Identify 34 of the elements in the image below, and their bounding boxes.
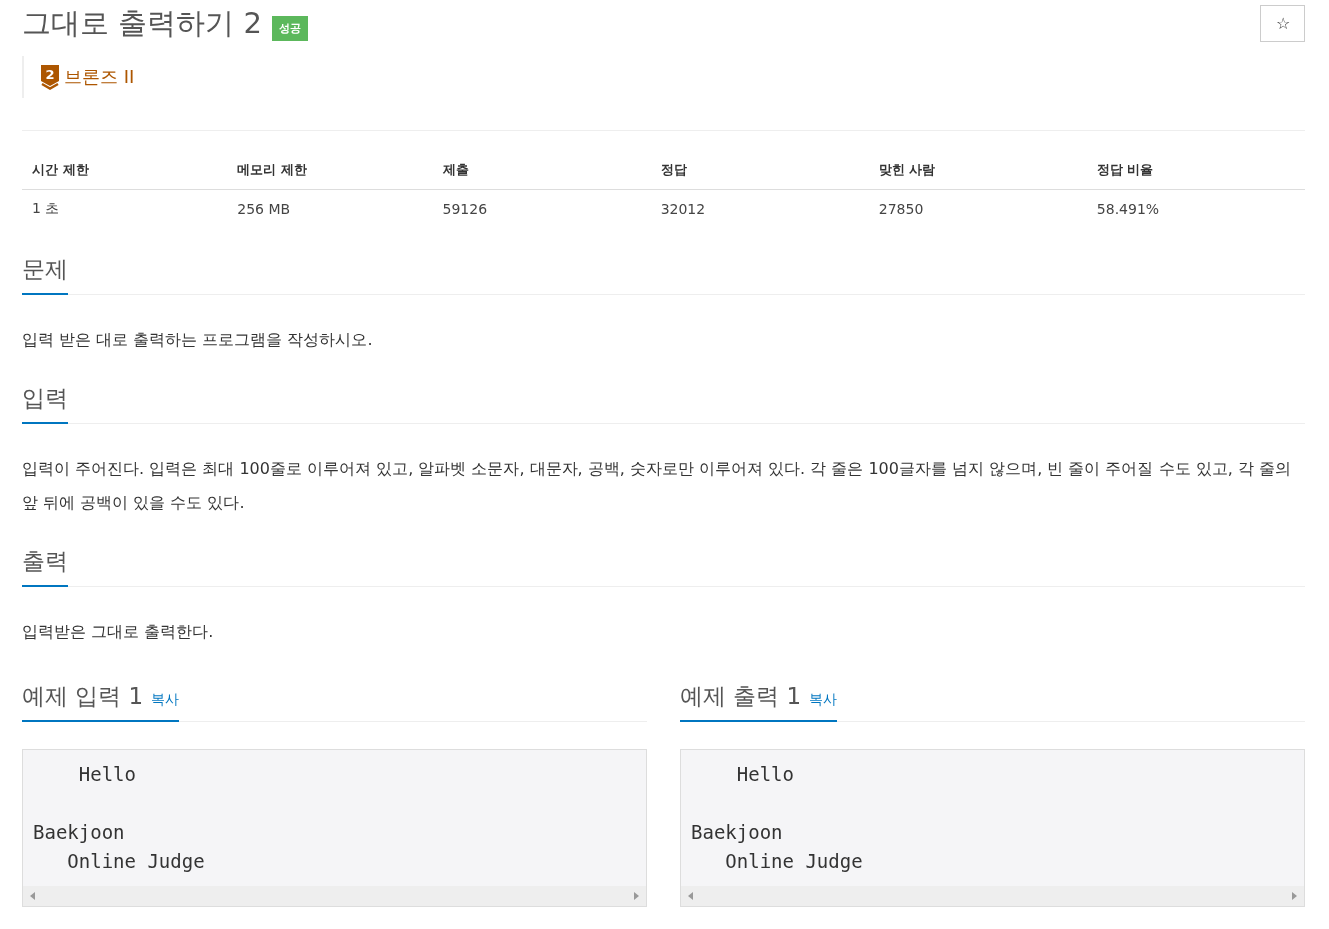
problem-title: 그대로 출력하기 2 — [22, 5, 262, 42]
section-heading: 출력 — [22, 547, 68, 576]
scroll-left-icon[interactable] — [30, 892, 35, 900]
column-header: 맞힌 사람 — [868, 151, 1087, 190]
sample-code: Hello Baekjoon Online Judge — [690, 762, 864, 874]
sample-code: Hello Baekjoon Online Judge — [32, 762, 206, 874]
tier-link[interactable]: 브론즈 II — [64, 65, 135, 89]
table-cell: 256 MB — [227, 189, 433, 228]
section-text: 입력 받은 대로 출력하는 프로그램을 작성하시오. — [22, 329, 374, 351]
table-cell: 1 초 — [22, 189, 228, 228]
column-header: 메모리 제한 — [227, 151, 433, 190]
sample-heading: 예제 입력 1 — [22, 682, 144, 711]
horizontal-scrollbar[interactable] — [23, 886, 646, 906]
column-header: 정답 — [650, 151, 869, 190]
sample-heading: 예제 출력 1 — [680, 682, 802, 711]
column-header: 정답 비율 — [1086, 151, 1305, 190]
horizontal-scrollbar[interactable] — [681, 886, 1304, 906]
scroll-right-icon[interactable] — [634, 892, 639, 900]
column-header: 제출 — [432, 151, 651, 190]
table-cell: 32012 — [650, 189, 869, 228]
copy-link[interactable]: 복사 — [151, 691, 180, 709]
column-header: 시간 제한 — [22, 151, 228, 190]
table-cell: 58.491% — [1086, 189, 1305, 228]
table-cell: 27850 — [868, 189, 1087, 228]
section-heading: 문제 — [22, 255, 68, 284]
copy-link[interactable]: 복사 — [809, 691, 838, 709]
result-badge: 성공 — [271, 15, 308, 41]
section-text: 입력받은 그대로 출력한다. — [22, 621, 215, 643]
section-heading: 입력 — [22, 384, 68, 413]
favorite-star-button[interactable]: ☆ — [1260, 5, 1305, 42]
table-cell: 59126 — [432, 189, 651, 228]
scroll-left-icon[interactable] — [688, 892, 693, 900]
scroll-right-icon[interactable] — [1292, 892, 1297, 900]
section-text: 입력이 주어진다. 입력은 최대 100줄로 이루어져 있고, 알파벳 소문자, 대문자, 공백, 숫자로만 이루어져 있다. 각 줄은 100글자를 넘지 않으며, 빈 줄이 주어질 수도 있고, 각 줄의 앞 뒤에 공백이 있을 수도 있다. — [22, 458, 1292, 514]
